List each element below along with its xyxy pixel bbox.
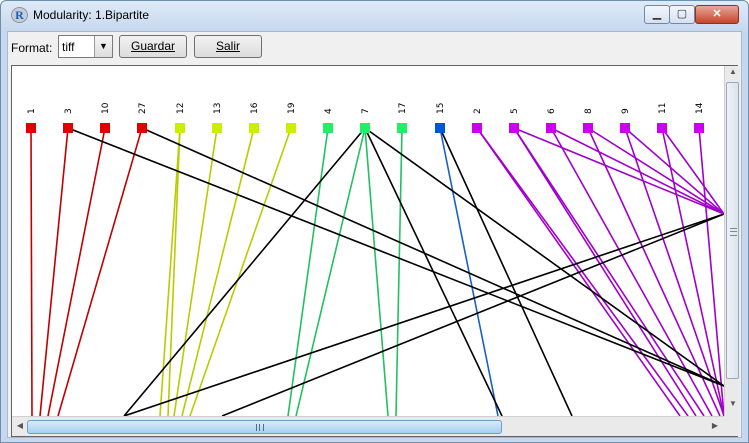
node-label: 11: [658, 103, 668, 114]
network-edge: [57, 127, 143, 416]
network-edge: [123, 213, 724, 416]
node-label: 15: [436, 103, 446, 114]
network-edge: [47, 127, 106, 416]
horizontal-scroll-thumb[interactable]: [27, 420, 502, 434]
node-label: 6: [547, 108, 557, 114]
network-node: [472, 123, 482, 133]
node-label: 5: [510, 108, 520, 114]
scroll-up-arrow-icon[interactable]: ▲: [726, 67, 740, 76]
network-edge: [181, 127, 255, 416]
network-node: [546, 123, 556, 133]
scroll-right-arrow-icon[interactable]: ▶: [708, 421, 722, 430]
node-label: 10: [101, 102, 111, 114]
format-select-value: tiff: [62, 40, 75, 54]
node-label: 12: [176, 103, 186, 114]
network-node: [360, 123, 370, 133]
r-app-icon: R: [11, 7, 28, 23]
minimize-button[interactable]: ▁: [644, 5, 670, 24]
vertical-scroll-thumb[interactable]: [726, 82, 739, 379]
network-edge: [364, 127, 389, 416]
network-node: [212, 123, 222, 133]
network-edge: [439, 127, 499, 416]
network-node: [583, 123, 593, 133]
grip-icon: [256, 424, 264, 431]
toolbar: Format: tiff ▼ Guardar Salir: [8, 32, 741, 63]
grip-icon: [730, 228, 737, 236]
guardar-label: Guardar: [130, 39, 176, 53]
node-label: 17: [398, 103, 408, 114]
node-label: 14: [695, 102, 705, 114]
scrollbar-corner: [724, 416, 740, 436]
network-edge: [287, 127, 329, 416]
network-node: [137, 123, 147, 133]
network-edge: [395, 127, 403, 416]
node-label: 3: [64, 108, 74, 114]
modularity-plot: 1 3 10 27 12 13 16 19 4 7 17 15 2 5 6 8 9 11 14: [26, 102, 724, 416]
network-node: [620, 123, 630, 133]
network-edge: [364, 127, 503, 416]
network-edge: [221, 213, 724, 416]
maximize-button[interactable]: ▢: [669, 5, 695, 24]
window-title: Modularity: 1.Bipartite: [33, 8, 150, 22]
network-edge: [698, 127, 724, 416]
network-node: [657, 123, 667, 133]
node-label: 2: [473, 108, 483, 114]
format-label: Format:: [11, 41, 53, 55]
network-edge: [141, 127, 724, 387]
title-bar[interactable]: R Modularity: 1.Bipartite ▁ ▢ ✕: [1, 1, 748, 31]
node-label: 13: [213, 103, 223, 114]
node-label: 16: [250, 102, 260, 114]
app-window: R Modularity: 1.Bipartite ▁ ▢ ✕ Format: …: [0, 0, 749, 443]
network-node: [26, 123, 36, 133]
format-select[interactable]: tiff ▼: [58, 35, 113, 58]
vertical-scrollbar[interactable]: ▲ ▼: [724, 66, 740, 416]
node-label: 7: [361, 108, 371, 114]
salir-button[interactable]: Salir: [194, 35, 262, 58]
network-node: [509, 123, 519, 133]
network-edge: [67, 127, 724, 387]
salir-label: Salir: [215, 39, 240, 53]
plot-canvas: 1 3 10 27 12 13 16 19 4 7 17 15 2 5 6 8 9 11 14 ▲ ▼ ◀ ▶: [11, 65, 740, 437]
network-edge: [30, 127, 33, 416]
network-edge: [550, 127, 713, 416]
network-node: [100, 123, 110, 133]
network-node: [286, 123, 296, 133]
close-button[interactable]: ✕: [695, 5, 739, 24]
node-label: 4: [324, 108, 334, 114]
node-label: 27: [138, 103, 148, 114]
network-node: [694, 123, 704, 133]
network-node: [397, 123, 407, 133]
network-node: [63, 123, 73, 133]
network-node: [175, 123, 185, 133]
horizontal-scrollbar[interactable]: ◀ ▶: [12, 416, 724, 436]
guardar-button[interactable]: Guardar: [119, 35, 187, 58]
node-label: 19: [287, 102, 297, 114]
network-node: [323, 123, 333, 133]
network-node: [435, 123, 445, 133]
scroll-down-arrow-icon[interactable]: ▼: [726, 399, 740, 408]
network-edge: [39, 127, 69, 416]
network-edge: [587, 127, 721, 416]
network-node: [249, 123, 259, 133]
network-edge: [550, 127, 724, 215]
network-edge: [513, 127, 697, 416]
node-label: 9: [621, 108, 631, 114]
network-edge: [173, 127, 218, 416]
node-label: 8: [584, 108, 594, 114]
scroll-left-arrow-icon[interactable]: ◀: [13, 421, 27, 430]
client-area: Format: tiff ▼ Guardar Salir 1 3 10 27 12 13 1…: [7, 31, 742, 438]
node-label: 1: [27, 108, 37, 114]
chevron-down-icon[interactable]: ▼: [94, 36, 112, 57]
